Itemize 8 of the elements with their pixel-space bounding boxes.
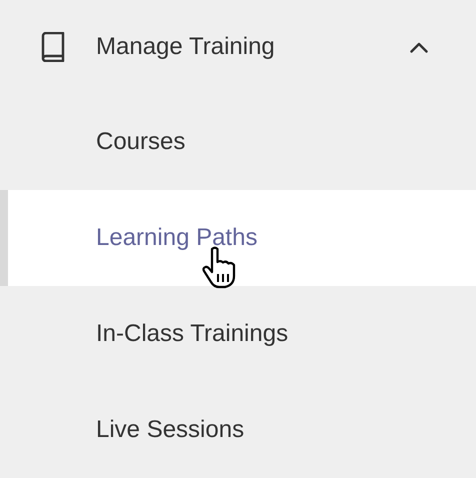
chevron-up-icon (410, 42, 428, 52)
section-header[interactable]: Manage Training (0, 0, 476, 94)
menu-item[interactable]: Courses (0, 94, 476, 190)
menu-item[interactable]: In-Class Trainings (0, 286, 476, 382)
menu-item[interactable]: Learning Paths (0, 190, 476, 286)
book-icon (40, 32, 66, 62)
menu-item[interactable]: Live Sessions (0, 382, 476, 478)
section-title: Manage Training (96, 33, 276, 61)
